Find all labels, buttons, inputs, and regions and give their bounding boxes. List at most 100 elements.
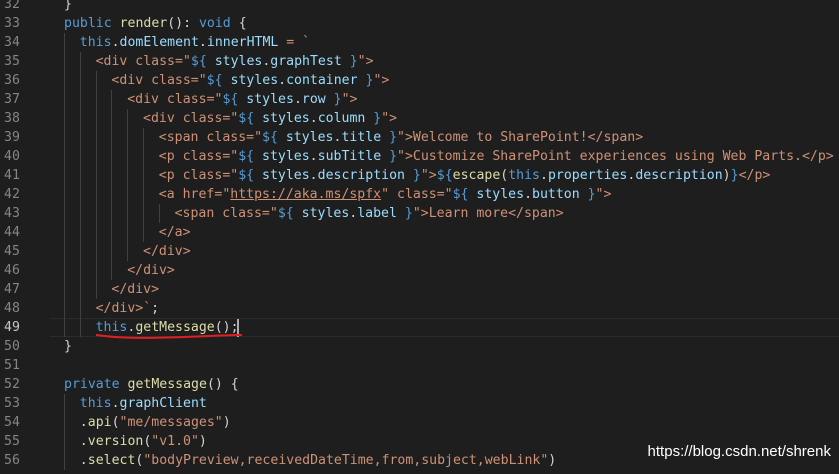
code-text[interactable]: </a> [159,223,191,242]
code-token: title [341,130,382,145]
code-line[interactable]: 40 <p class="${ styles.subTitle }">Custom… [0,147,839,166]
line-number: 56 [4,453,20,468]
code-token: row [301,92,326,107]
code-text[interactable]: this.domElement.innerHTML = ` [80,33,310,52]
code-text[interactable]: </div>`; [96,299,160,318]
indent-guide [143,147,144,166]
indent-guide [79,147,81,166]
line-number: 40 [4,149,20,164]
code-text[interactable]: .select("bodyPreview,receivedDateTime,fr… [80,451,556,470]
indent-guide [95,204,97,223]
code-text[interactable]: </div> [111,280,159,299]
indent-guide [143,166,144,185]
line-number: 39 [4,130,20,145]
code-text[interactable]: <p class="${ styles.subTitle }">Customiz… [159,147,834,166]
code-token: styles [301,206,350,221]
code-text[interactable]: </div> [127,261,175,280]
code-text[interactable]: <div class="${ styles.graphTest }"> [96,52,374,71]
code-token: ">Learn more</span> [412,206,564,221]
code-line[interactable]: 38 <div class="${ styles.column }"> [0,109,839,128]
code-line[interactable]: 41 <p class="${ styles.description }">${e… [0,166,839,185]
code-text[interactable]: this.graphClient [80,394,207,413]
code-line[interactable]: 49 this.getMessage(); [0,318,839,339]
code-token: render [119,16,168,31]
code-line[interactable]: 34 this.domElement.innerHTML = ` [0,33,839,52]
indent-guide [64,451,65,470]
indent-guide [111,261,113,280]
indent-guide [111,166,113,185]
code-line[interactable]: 33 public render(): void { [0,14,839,33]
code-line[interactable]: 42 <a href="https://aka.ms/spfx" class="$… [0,185,839,204]
indent-guide [127,185,129,204]
code-text[interactable]: public render(): void { [64,14,247,33]
indent-guide [143,128,144,147]
indent-guide [64,71,65,90]
code-token: . [524,187,533,202]
code-token: . [79,453,88,468]
code-line[interactable]: 45 </div> [0,242,839,261]
indent-guide [64,242,65,261]
indent-guide [79,109,81,128]
code-line[interactable]: 43 <span class="${ styles.label }">Learn … [0,204,839,223]
code-line[interactable]: 32} [0,0,839,14]
code-token: } [325,92,342,107]
code-text[interactable]: private getMessage() { [64,375,239,394]
code-token: public [64,16,120,31]
code-line[interactable]: 36 <div class="${ styles.container }"> [0,71,839,90]
code-text[interactable]: <div class="${ styles.column }"> [143,109,397,128]
indent-guide [79,261,81,280]
indent-guide [79,280,81,299]
code-line[interactable]: 37 <div class="${ styles.row }"> [0,90,839,109]
code-text[interactable]: .version("v1.0") [80,432,207,451]
indent-guide [127,223,129,242]
code-token: styles [476,187,525,202]
indent-guide [64,128,65,147]
code-token: this [79,35,112,50]
code-text[interactable]: <p class="${ styles.description }">${esc… [159,166,771,185]
code-token: https://aka.ms/spfx [230,187,382,202]
indent-guide [111,109,113,128]
code-text[interactable]: <div class="${ styles.row }"> [127,90,357,109]
code-line[interactable]: 44 </a> [0,223,839,242]
indent-guide [79,223,81,242]
code-text[interactable]: <span class="${ styles.title }">Welcome … [159,128,643,147]
code-text[interactable]: } [64,0,72,14]
code-line[interactable]: 48 </div>`; [0,299,839,318]
line-number: 41 [4,168,20,183]
line-number: 36 [4,73,20,88]
code-token: innerHTML [206,35,279,50]
code-token: <p class=" [158,149,239,164]
code-line[interactable]: 35 <div class="${ styles.graphTest }"> [0,52,839,71]
indent-guide [64,394,65,413]
code-line[interactable]: 47 </div> [0,280,839,299]
code-line[interactable]: 46 </div> [0,261,839,280]
code-token: graphTest [270,54,342,69]
code-token: ${ [262,130,286,145]
code-line[interactable]: 54 .api("me/messages") [0,413,839,432]
code-token: () { [206,377,239,392]
code-token: ) [548,453,557,468]
code-text[interactable]: } [64,337,72,356]
code-text[interactable]: </div> [143,242,191,261]
code-text[interactable]: <span class="${ styles.label }">Learn mo… [175,204,564,223]
code-line[interactable]: 50} [0,337,839,356]
code-line[interactable]: 53 this.graphClient [0,394,839,413]
code-line[interactable]: 51 [0,356,839,375]
code-text[interactable]: <div class="${ styles.container }"> [111,71,389,90]
code-text[interactable]: .api("me/messages") [80,413,231,432]
indent-guide [64,109,65,128]
code-token: } [381,149,398,164]
indent-guide [64,432,65,451]
code-token: . [309,111,318,126]
line-number: 49 [4,320,20,335]
code-line[interactable]: 52 private getMessage() { [0,375,839,394]
code-token: column [317,111,366,126]
code-line[interactable]: 39 <span class="${ styles.title }">Welcom… [0,128,839,147]
code-editor[interactable]: 32} 33 public render(): void {34 this.domEl… [0,0,839,474]
indent-guide [127,128,129,147]
code-token: . [79,434,88,449]
line-number: 52 [4,377,20,392]
code-text[interactable]: <a href="https://aka.ms/spfx" class="${ … [159,185,612,204]
indent-guide [95,128,97,147]
code-token: "> [373,73,390,88]
